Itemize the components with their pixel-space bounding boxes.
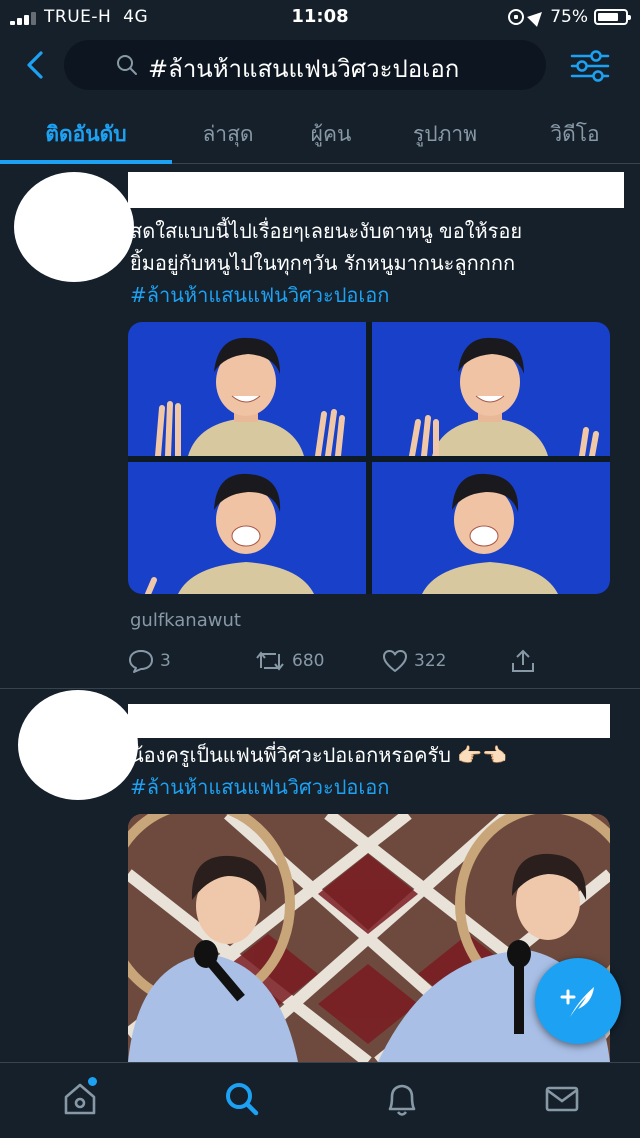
tweet-text-line: น้องครูเป็นแฟนพี่วิศวะปอเอกหรอครับ 👉🏻👈🏻 [130,743,508,767]
tab-people[interactable]: ผู้คน [286,108,376,164]
location-icon [527,7,548,27]
rotation-lock-icon [508,9,525,25]
search-input[interactable]: #ล้านห้าแสนแฟนวิศวะปอเอก [64,40,546,90]
media-source-label[interactable]: gulfkanawut [130,610,241,631]
sliders-icon[interactable] [568,48,612,84]
tweet-photo[interactable] [128,462,366,594]
search-icon [117,55,137,75]
like-count: 322 [414,651,447,671]
search-icon[interactable] [222,1079,262,1119]
bell-icon[interactable] [382,1079,422,1119]
avatar[interactable] [14,172,134,282]
bottom-navigation [0,1062,640,1138]
avatar[interactable] [18,690,138,800]
share-button[interactable] [510,648,536,674]
person-photo [409,337,599,456]
heart-icon [383,650,407,672]
reply-count: 3 [160,651,171,671]
tab-latest[interactable]: ล่าสุด [180,108,276,164]
retweet-icon [256,651,284,671]
search-query: #ล้านห้าแสนแฟนวิศวะปอเอก [148,55,460,83]
reply-button[interactable]: 3 [128,648,171,674]
person-photo [155,337,345,456]
retweet-count: 680 [292,651,325,671]
chevron-left-icon[interactable] [22,50,52,80]
search-tabs: ติดอันดับ ล่าสุด ผู้คน รูปภาพ วิดีโอ [0,108,640,164]
person-photo [422,473,558,594]
new-content-dot [88,1077,97,1086]
hashtag-link[interactable]: #ล้านห้าแสนแฟนวิศวะปอเอก [130,279,389,311]
retweet-button[interactable]: 680 [254,648,324,674]
compose-tweet-button[interactable] [535,958,621,1044]
tweet-text-line: ยิ้มอยู่กับหนูไปในทุกๆวัน รักหนูมากนะลูก… [130,251,516,275]
tweet-author[interactable] [128,172,624,208]
comment-icon [129,650,153,673]
active-tab-indicator [0,160,172,164]
battery-icon [594,9,631,25]
mail-icon[interactable] [542,1079,582,1119]
battery-percent: 75% [550,7,588,27]
tweet-photo[interactable] [372,462,610,594]
tweet-photo[interactable] [128,814,610,1062]
tab-top[interactable]: ติดอันดับ [0,108,172,164]
tab-videos[interactable]: วิดีโอ [530,108,620,164]
feather-plus-icon [560,987,594,1017]
status-bar: TRUE-H 4G 11:08 75% [0,0,640,34]
tweet-photo[interactable] [372,322,610,456]
status-right-group: 75% [508,6,631,28]
tab-photos[interactable]: รูปภาพ [390,108,500,164]
tweet-photo[interactable] [128,322,366,456]
hashtag-link[interactable]: #ล้านห้าแสนแฟนวิศวะปอเอก [130,771,389,803]
battery-level [598,13,618,21]
person-photo [145,473,314,594]
like-button[interactable]: 322 [382,648,446,674]
tweet-author[interactable] [128,704,610,738]
stage-photo-image [128,814,610,1062]
tweet-text-line: สดใสแบบนี้ไปเรื่อยๆเลยนะงับตาหนู ขอให้รอ… [130,219,523,243]
tweet-photo-grid[interactable] [128,322,610,594]
share-icon [512,649,534,672]
tweet-actions: 3 680 322 [128,648,610,678]
tweet-divider [0,688,640,689]
